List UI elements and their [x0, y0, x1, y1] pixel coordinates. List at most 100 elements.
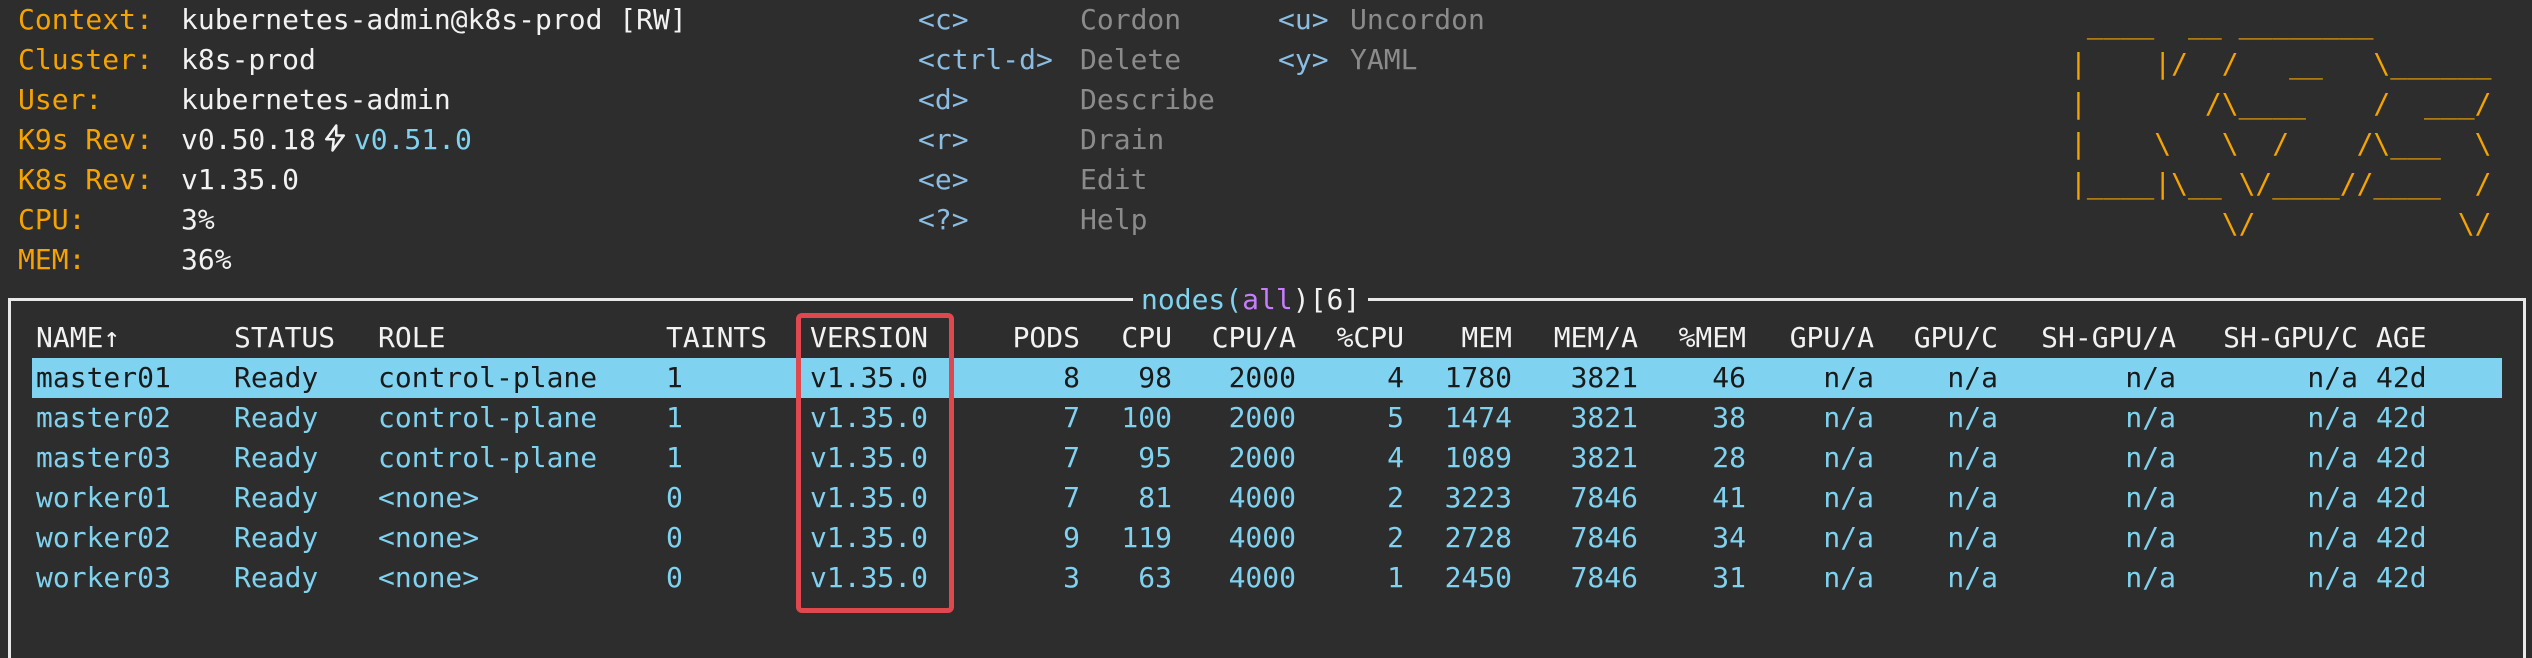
shortcut-action-delete[interactable]: Delete — [1080, 40, 1181, 80]
shortcut-key-cordon[interactable]: <c> — [918, 0, 969, 40]
table-row[interactable]: master01 Ready control-plane 1 v1.35.0 8 98 200… — [32, 358, 2502, 398]
cell-cpu-a: 2000 — [1228, 401, 1296, 434]
cell-sh-gpu-a: n/a — [2125, 561, 2176, 594]
cell-cpu-a: 4000 — [1228, 561, 1296, 594]
shortcut-action-describe[interactable]: Describe — [1080, 80, 1215, 120]
cell-name: worker02 — [36, 521, 171, 554]
column-header-name[interactable]: NAME↑ — [36, 318, 120, 358]
table-row[interactable]: worker03 Ready <none> 0 v1.35.0 3 63 4000 1 2450 7… — [32, 558, 2502, 598]
column-header-cpu[interactable]: CPU — [1100, 318, 1172, 358]
cell-cpu-a: 2000 — [1228, 361, 1296, 394]
cell-mem: 1474 — [1444, 401, 1512, 434]
cell-cpu: 119 — [1121, 521, 1172, 554]
shortcut-action-drain[interactable]: Drain — [1080, 120, 1164, 160]
cell-pct-mem: 41 — [1712, 481, 1746, 514]
column-header-age[interactable]: AGE — [2376, 318, 2427, 358]
column-header-mem[interactable]: MEM — [1420, 318, 1512, 358]
column-header-role[interactable]: ROLE — [378, 318, 445, 358]
column-header-cpu-a[interactable]: CPU/A — [1190, 318, 1296, 358]
cell-pct-cpu: 5 — [1387, 401, 1404, 434]
table-row[interactable]: master02 Ready control-plane 1 v1.35.0 7 100 20… — [32, 398, 2502, 438]
cell-age: 42d — [2376, 401, 2427, 434]
cell-pct-mem: 31 — [1712, 561, 1746, 594]
cell-role: <none> — [378, 561, 480, 594]
column-header-pct-mem[interactable]: %MEM — [1660, 318, 1746, 358]
column-header-status[interactable]: STATUS — [234, 318, 335, 358]
user-value: kubernetes-admin — [181, 83, 451, 116]
cell-sh-gpu-c: n/a — [2307, 441, 2358, 474]
shortcut-key-yaml[interactable]: <y> — [1278, 40, 1329, 80]
cell-sh-gpu-a: n/a — [2125, 481, 2176, 514]
cell-status: Ready — [234, 521, 319, 554]
cell-sh-gpu-a: n/a — [2125, 441, 2176, 474]
k9s-rev-label: K9s Rev: — [18, 123, 153, 156]
k9s-upgrade-version: v0.51.0 — [353, 123, 472, 156]
cluster-value: k8s-prod — [181, 43, 316, 76]
column-header-sh-gpu-c[interactable]: SH-GPU/C — [2200, 318, 2358, 358]
cell-taints: 1 — [666, 401, 683, 434]
k9s-rev-value: v0.50.18 v0.51.0 — [181, 120, 472, 160]
shortcut-key-drain[interactable]: <r> — [918, 120, 969, 160]
cell-sh-gpu-a: n/a — [2125, 521, 2176, 554]
cell-pct-mem: 28 — [1712, 441, 1746, 474]
cell-mem-a: 7846 — [1570, 521, 1638, 554]
shortcut-key-uncordon[interactable]: <u> — [1278, 0, 1329, 40]
column-header-gpu-a[interactable]: GPU/A — [1770, 318, 1874, 358]
cell-status: Ready — [234, 401, 319, 434]
cell-gpu-a: n/a — [1823, 401, 1874, 434]
shortcut-action-yaml[interactable]: YAML — [1350, 40, 1417, 80]
cell-pct-cpu: 2 — [1387, 481, 1404, 514]
shortcut-action-help[interactable]: Help — [1080, 200, 1147, 240]
shortcut-key-edit[interactable]: <e> — [918, 160, 969, 200]
k9s-logo: ____ __ ________ | |/ / __ \______ | /\_… — [2070, 7, 2492, 240]
column-header-pods[interactable]: PODS — [990, 318, 1080, 358]
cell-mem-a: 3821 — [1570, 361, 1638, 394]
cell-role: control-plane — [378, 441, 598, 474]
table-title: nodes(all)[6] — [1133, 280, 1369, 320]
column-header-taints[interactable]: TAINTS — [666, 318, 767, 358]
cell-pods: 7 — [1063, 481, 1080, 514]
shortcut-action-uncordon[interactable]: Uncordon — [1350, 0, 1485, 40]
table-row[interactable]: master03 Ready control-plane 1 v1.35.0 7 95 200… — [32, 438, 2502, 478]
shortcut-key-describe[interactable]: <d> — [918, 80, 969, 120]
cell-mem: 2450 — [1444, 561, 1512, 594]
column-header-sh-gpu-a[interactable]: SH-GPU/A — [2030, 318, 2176, 358]
cell-mem: 1780 — [1444, 361, 1512, 394]
cell-sh-gpu-a: n/a — [2125, 361, 2176, 394]
shortcut-action-edit[interactable]: Edit — [1080, 160, 1147, 200]
cell-sh-gpu-a: n/a — [2125, 401, 2176, 434]
cell-mem: 2728 — [1444, 521, 1512, 554]
cell-cpu: 95 — [1138, 441, 1172, 474]
table-row[interactable]: worker02 Ready <none> 0 v1.35.0 9 119 4000 2 2728… — [32, 518, 2502, 558]
mem-label: MEM: — [18, 243, 86, 276]
cell-mem-a: 7846 — [1570, 561, 1638, 594]
cell-gpu-a: n/a — [1823, 441, 1874, 474]
cpu-label: CPU: — [18, 203, 86, 236]
cluster-label: Cluster: — [18, 43, 153, 76]
namespace-filter: all — [1242, 283, 1293, 316]
cell-pct-cpu: 4 — [1387, 361, 1404, 394]
cell-status: Ready — [234, 361, 319, 394]
shortcut-key-help[interactable]: <?> — [918, 200, 969, 240]
shortcut-key-delete[interactable]: <ctrl-d> — [918, 40, 1053, 80]
cell-role: control-plane — [378, 401, 598, 434]
cell-status: Ready — [234, 561, 319, 594]
column-header-gpu-c[interactable]: GPU/C — [1894, 318, 1998, 358]
context-label: Context: — [18, 3, 153, 36]
cell-gpu-a: n/a — [1823, 521, 1874, 554]
shortcut-action-cordon[interactable]: Cordon — [1080, 0, 1181, 40]
cell-pods: 8 — [1063, 361, 1080, 394]
cell-role: <none> — [378, 521, 480, 554]
cell-pods: 7 — [1063, 401, 1080, 434]
cell-cpu: 100 — [1121, 401, 1172, 434]
column-header-pct-cpu[interactable]: %CPU — [1320, 318, 1404, 358]
cell-gpu-a: n/a — [1823, 361, 1874, 394]
cell-name: master03 — [36, 441, 171, 474]
user-label: User: — [18, 83, 103, 116]
version-column-highlight — [796, 313, 954, 613]
table-row[interactable]: worker01 Ready <none> 0 v1.35.0 7 81 4000 2 3223 7… — [32, 478, 2502, 518]
cell-sh-gpu-c: n/a — [2307, 481, 2358, 514]
cell-mem: 1089 — [1444, 441, 1512, 474]
cell-mem-a: 3821 — [1570, 401, 1638, 434]
column-header-mem-a[interactable]: MEM/A — [1530, 318, 1638, 358]
